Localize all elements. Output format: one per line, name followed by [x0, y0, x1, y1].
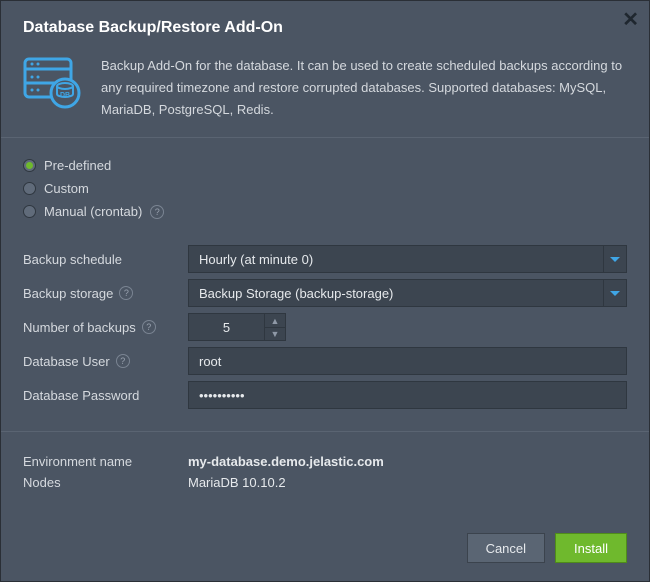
- value-nodes: MariaDB 10.10.2: [188, 475, 286, 490]
- radio-manual-crontab[interactable]: Manual (crontab) ?: [23, 200, 627, 223]
- label-nodes: Nodes: [23, 475, 188, 490]
- label-text: Database Password: [23, 388, 139, 403]
- number-of-backups-input[interactable]: [188, 313, 264, 341]
- chevron-down-icon[interactable]: [603, 279, 627, 307]
- label-db-password: Database Password: [23, 388, 188, 403]
- chevron-down-icon[interactable]: [603, 245, 627, 273]
- close-icon[interactable]: ✕: [622, 7, 639, 32]
- label-db-user: Database User ?: [23, 354, 188, 369]
- help-icon[interactable]: ?: [116, 354, 130, 368]
- number-of-backups-stepper: ▲ ▼: [188, 313, 288, 341]
- backup-schedule-dropdown[interactable]: Hourly (at minute 0): [188, 245, 627, 273]
- radio-custom[interactable]: Custom: [23, 177, 627, 200]
- radio-icon: [23, 182, 36, 195]
- environment-section: Environment name my-database.demo.jelast…: [1, 431, 649, 512]
- label-number-of-backups: Number of backups ?: [23, 320, 188, 335]
- install-button[interactable]: Install: [555, 533, 627, 563]
- row-db-password: Database Password: [23, 381, 627, 409]
- label-text: Backup storage: [23, 286, 113, 301]
- row-backup-storage: Backup storage ? Backup Storage (backup-…: [23, 279, 627, 307]
- radio-label: Manual (crontab): [44, 204, 142, 219]
- label-text: Backup schedule: [23, 252, 122, 267]
- row-nodes: Nodes MariaDB 10.10.2: [23, 475, 627, 490]
- label-text: Database User: [23, 354, 110, 369]
- form-area: Backup schedule Hourly (at minute 0) Bac…: [1, 231, 649, 431]
- button-bar: Cancel Install: [467, 533, 627, 563]
- dropdown-value: Backup Storage (backup-storage): [188, 279, 603, 307]
- description-text: Backup Add-On for the database. It can b…: [101, 55, 627, 121]
- database-backup-icon: DB: [23, 55, 83, 111]
- row-backup-schedule: Backup schedule Hourly (at minute 0): [23, 245, 627, 273]
- dropdown-value: Hourly (at minute 0): [188, 245, 603, 273]
- svg-text:DB: DB: [60, 92, 70, 99]
- dialog-title: Database Backup/Restore Add-On: [1, 1, 649, 49]
- radio-label: Pre-defined: [44, 158, 111, 173]
- row-db-user: Database User ?: [23, 347, 627, 375]
- dialog: ✕ Database Backup/Restore Add-On DB Back…: [0, 0, 650, 582]
- radio-icon: [23, 205, 36, 218]
- backup-storage-dropdown[interactable]: Backup Storage (backup-storage): [188, 279, 627, 307]
- db-password-input[interactable]: [188, 381, 627, 409]
- header-section: DB Backup Add-On for the database. It ca…: [1, 49, 649, 138]
- row-env-name: Environment name my-database.demo.jelast…: [23, 454, 627, 469]
- help-icon[interactable]: ?: [119, 286, 133, 300]
- spinner-buttons: ▲ ▼: [264, 313, 286, 341]
- label-backup-schedule: Backup schedule: [23, 252, 188, 267]
- db-user-input[interactable]: [188, 347, 627, 375]
- label-backup-storage: Backup storage ?: [23, 286, 188, 301]
- cancel-button[interactable]: Cancel: [467, 533, 545, 563]
- label-text: Number of backups: [23, 320, 136, 335]
- help-icon[interactable]: ?: [150, 205, 164, 219]
- help-icon[interactable]: ?: [142, 320, 156, 334]
- spinner-up-icon[interactable]: ▲: [265, 314, 285, 327]
- value-env-name: my-database.demo.jelastic.com: [188, 454, 384, 469]
- row-number-of-backups: Number of backups ? ▲ ▼: [23, 313, 627, 341]
- radio-label: Custom: [44, 181, 89, 196]
- radio-icon: [23, 159, 36, 172]
- radio-predefined[interactable]: Pre-defined: [23, 154, 627, 177]
- label-env-name: Environment name: [23, 454, 188, 469]
- schedule-type-group: Pre-defined Custom Manual (crontab) ?: [1, 138, 649, 231]
- spinner-down-icon[interactable]: ▼: [265, 327, 285, 341]
